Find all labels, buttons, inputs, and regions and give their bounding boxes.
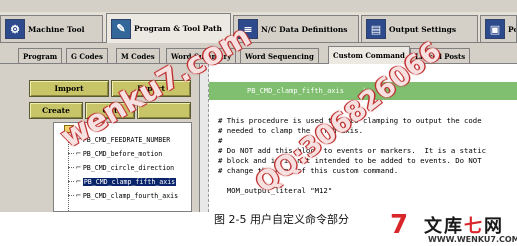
machine-tool-icon: ⚙: [5, 19, 25, 39]
sub-tab-bar: Program G Codes M Codes Word Summary Wor…: [0, 44, 517, 64]
code-line: # Do NOT add this block to events or mar…: [218, 146, 486, 155]
command-icon: ⌐: [76, 191, 81, 200]
custom-command-tree[interactable]: ⌐ PB_CMD_FEEDRATE_NUMBER ⌐ PB_CMD_before…: [53, 122, 192, 212]
tree-item-label: PB_CMD_clamp_fourth_axis: [82, 191, 179, 200]
tab-label: Machine Tool: [28, 24, 85, 34]
nc-data-definitions-icon: ≡: [238, 19, 258, 39]
logo-url: WWW.WENKU7.COM: [428, 235, 517, 244]
output-settings-icon: ▤: [366, 19, 386, 39]
code-editor[interactable]: # This procedure is used to auto clampin…: [218, 116, 514, 196]
tree-item-label: PB_CMD_clamp_fifth_axis: [82, 177, 177, 186]
folder-icon: [64, 125, 74, 133]
subtab-linked-posts[interactable]: Linked Posts: [410, 48, 471, 63]
figure-caption: 图 2-5 用户自定义命令部分: [214, 213, 349, 226]
tree-item[interactable]: ⌐ PB_CMD_circle_direction: [68, 161, 191, 174]
tab-label: N/C Data Definitions: [261, 24, 348, 34]
tree-item[interactable]: ⌐ PB_CMD_clamp_fourth_axis: [68, 189, 191, 202]
code-line: MOM_output_literal "M12": [218, 186, 333, 195]
code-line: #: [218, 136, 223, 145]
tree-item-selected[interactable]: ⌐ PB_CMD_clamp_fifth_axis: [68, 175, 191, 188]
command-icon: ⌐: [76, 163, 81, 172]
command-editor-panel: PB_CMD_clamp_fifth_axis | # This procedu…: [199, 64, 517, 212]
post-builder-window: ⚙ Machine Tool ✎ Program & Tool Path ≡ N…: [0, 0, 517, 212]
subtab-custom-command[interactable]: Custom Command: [328, 46, 410, 64]
tree-item-label: PB_CMD_circle_direction: [82, 163, 175, 172]
tab-post[interactable]: ▣ Po: [480, 15, 517, 42]
import-button[interactable]: Import: [29, 80, 109, 97]
command-name-bar[interactable]: PB_CMD_clamp_fifth_axis |: [209, 82, 517, 100]
tree-item[interactable]: ⌐ PB_CMD_before_motion: [68, 147, 191, 160]
subtab-program[interactable]: Program: [18, 48, 63, 63]
subtab-word-summary[interactable]: Word Summary: [166, 48, 237, 63]
command-list-panel: Import Export Create Cut ⌐ PB_CMD_FEEDRA…: [21, 72, 192, 212]
tree-item-label: PB_CMD_before_motion: [82, 149, 163, 158]
command-icon: ⌐: [76, 149, 81, 158]
export-button[interactable]: Export: [111, 80, 191, 97]
program-tool-path-icon: ✎: [111, 18, 131, 39]
tree-item[interactable]: ⌐ PB_CMD_FEEDRATE_NUMBER: [68, 133, 191, 146]
post-icon: ▣: [485, 19, 505, 39]
tab-label: Output Settings: [389, 24, 457, 34]
text-caret: |: [361, 87, 367, 95]
main-tab-bar: ⚙ Machine Tool ✎ Program & Tool Path ≡ N…: [0, 12, 517, 43]
tab-machine-tool[interactable]: ⚙ Machine Tool: [0, 15, 103, 42]
command-icon: ⌐: [76, 177, 81, 186]
editor-gutter: [200, 64, 209, 212]
tab-output-settings[interactable]: ▤ Output Settings: [361, 15, 478, 42]
subtab-g-codes[interactable]: G Codes: [66, 48, 108, 63]
subtab-word-sequencing[interactable]: Word Sequencing: [240, 48, 319, 63]
tab-program-tool-path[interactable]: ✎ Program & Tool Path: [106, 13, 231, 43]
command-icon: ⌐: [76, 135, 81, 144]
command-name: PB_CMD_clamp_fifth_axis: [247, 87, 344, 95]
site-logo: 7 文库七网 WWW.WENKU7.COM: [390, 210, 517, 246]
subtab-m-codes[interactable]: M Codes: [116, 48, 160, 63]
tree-item-label: PB_CMD_FEEDRATE_NUMBER: [82, 135, 171, 144]
tab-nc-data-definitions[interactable]: ≡ N/C Data Definitions: [233, 15, 359, 42]
paste-button[interactable]: [137, 102, 191, 119]
code-line: # change the name of this custom command…: [218, 166, 399, 175]
tab-label: Po: [508, 24, 516, 34]
logo-mark: 7: [390, 210, 409, 240]
code-line: # needed to clamp the fifth axis.: [218, 126, 363, 135]
tab-label: Program & Tool Path: [134, 24, 222, 33]
cut-button[interactable]: Cut: [85, 102, 135, 119]
create-button[interactable]: Create: [29, 102, 83, 119]
code-line: # This procedure is used to auto clampin…: [218, 116, 482, 125]
code-line: # block and it is not intended to be add…: [218, 156, 482, 165]
